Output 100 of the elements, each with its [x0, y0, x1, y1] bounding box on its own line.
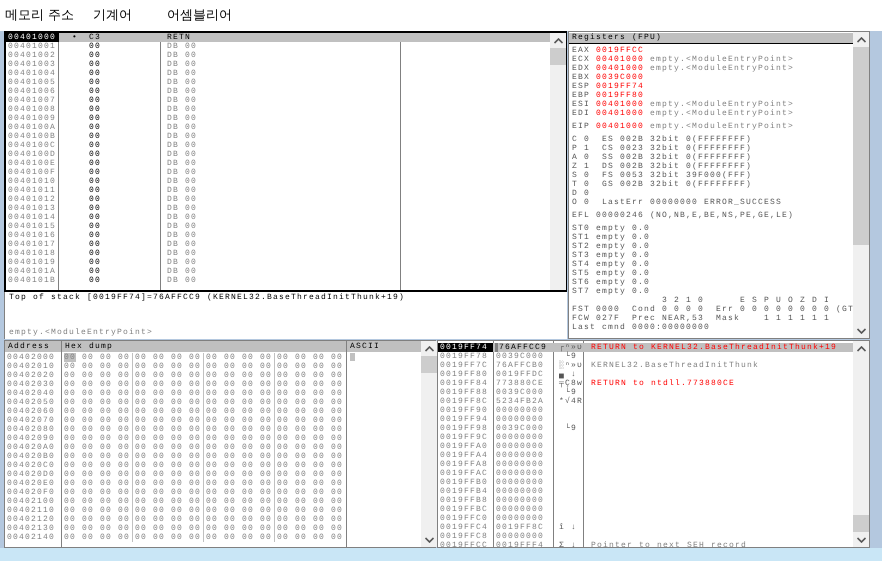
- register-value[interactable]: 0019FFCC: [596, 46, 644, 55]
- code-row[interactable]: 00401013 00 DB 00: [6, 204, 550, 213]
- code-row[interactable]: 0040100D 00 DB 00: [6, 150, 550, 159]
- code-row[interactable]: 00401014 00 DB 00: [6, 213, 550, 222]
- code-row[interactable]: 00401007 00 DB 00: [6, 96, 550, 105]
- code-row[interactable]: 0040101A 00 DB 00: [6, 267, 550, 276]
- column-header[interactable]: ASCII: [347, 341, 421, 352]
- scroll-thumb[interactable]: [853, 47, 869, 245]
- value-cell-text: 773880CE: [495, 379, 546, 388]
- register-comment: empty.<ModuleEntryPoint>: [650, 122, 794, 131]
- register-value[interactable]: 0019FF74: [596, 82, 644, 91]
- register-value[interactable]: 00401000: [596, 122, 644, 131]
- scrollbar[interactable]: [853, 32, 869, 338]
- instruction-cell-text: DB 00: [166, 177, 198, 186]
- code-row[interactable]: 0040100B 00 DB 00: [6, 132, 550, 141]
- column-label: 메모리 주소: [5, 8, 76, 24]
- register-value[interactable]: 0039C000: [596, 73, 644, 82]
- hex-bytes: 00 00 00 00: [276, 524, 344, 533]
- code-row[interactable]: 00401015 00 DB 00: [6, 222, 550, 231]
- stack-row[interactable]: 0019FFA4 00000000: [438, 451, 853, 460]
- code-row[interactable]: 00401019 00 DB 00: [6, 258, 550, 267]
- hex-bytes: 00 00 00 00: [133, 524, 204, 533]
- hex-cell: 00: [89, 42, 102, 51]
- scroll-down-icon[interactable]: [424, 537, 434, 543]
- stack-row[interactable]: 0019FF94 00000000: [438, 415, 853, 424]
- scroll-up-icon[interactable]: [856, 37, 866, 43]
- scroll-up-icon[interactable]: [554, 38, 562, 44]
- scrollbar[interactable]: [421, 341, 437, 547]
- code-row[interactable]: 00401008 00 DB 00: [6, 105, 550, 114]
- address-cell-text: 0019FF94: [439, 415, 490, 424]
- code-row[interactable]: 00401006 00 DB 00: [6, 87, 550, 96]
- register-name: EIP: [572, 122, 590, 131]
- hex-bytes: 00 00 00 00: [62, 488, 133, 497]
- value-cell-text: 00000000: [495, 460, 546, 469]
- address-cell-text: 00402020: [6, 371, 56, 380]
- scroll-thumb[interactable]: [421, 356, 437, 373]
- stack-row[interactable]: 0019FFBC 00000000: [438, 505, 853, 514]
- scrollbar[interactable]: [550, 33, 566, 290]
- stack-row[interactable]: 0019FFB8 00000000: [438, 496, 853, 505]
- register-value[interactable]: 0019FF80: [596, 91, 644, 100]
- code-row[interactable]: 00401018 00 DB 00: [6, 249, 550, 258]
- code-row[interactable]: 0040100E 00 DB 00: [6, 159, 550, 168]
- code-row[interactable]: 00401009 00 DB 00: [6, 114, 550, 123]
- stack-row[interactable]: 0019FF84 773880CE ╤Ç8w RETURN to ntdll.773880CE: [438, 379, 853, 388]
- instruction-cell-text: DB 00: [166, 222, 198, 231]
- hex-bytes: 00 00 00 00: [204, 479, 275, 488]
- hex-bytes: 00 00 00 00: [133, 407, 204, 416]
- register-value[interactable]: 00401000: [596, 55, 644, 64]
- instruction-cell-text: DB 00: [166, 150, 198, 159]
- code-row[interactable]: 0040100A 00 DB 00: [6, 123, 550, 132]
- scrollbar[interactable]: [853, 341, 869, 547]
- code-row[interactable]: 00401002 00 DB 00: [6, 51, 550, 60]
- address-cell-text: 00402110: [6, 506, 56, 515]
- code-row[interactable]: 00401003 00 DB 00: [6, 60, 550, 69]
- code-row[interactable]: 00401011 00 DB 00: [6, 186, 550, 195]
- scroll-thumb[interactable]: [853, 515, 869, 532]
- stack-row[interactable]: 0019FF7C 76AFFCB0 ░ⁿ»υ KERNEL32.BaseThreadInitThunk: [438, 361, 853, 370]
- flag-line: D 0: [572, 189, 592, 198]
- code-row[interactable]: 0040100F 00 DB 00: [6, 168, 550, 177]
- code-row[interactable]: 00401010 00 DB 00: [6, 177, 550, 186]
- stack-row[interactable]: 0019FF90 00000000: [438, 406, 853, 415]
- stack-row[interactable]: 0019FF88 0039C000 └9: [438, 388, 853, 397]
- address-cell-text: 004020E0: [6, 479, 56, 488]
- stack-row[interactable]: 0019FFC8 00000000: [438, 532, 853, 541]
- stack-row[interactable]: 0019FF80 0019FFDC ▄ ↓: [438, 370, 853, 379]
- hex-bytes: 00 00 00 00: [276, 443, 344, 452]
- stack-row[interactable]: 0019FF98 0039C000 └9: [438, 424, 853, 433]
- stack-row[interactable]: 0019FFA8 00000000: [438, 460, 853, 469]
- code-row[interactable]: 0040100C 00 DB 00: [6, 141, 550, 150]
- code-row[interactable]: 00401000 • C3 RETN: [6, 33, 550, 42]
- scroll-down-icon[interactable]: [856, 328, 866, 334]
- code-row[interactable]: 00401016 00 DB 00: [6, 231, 550, 240]
- stack-row[interactable]: 0019FF9C 00000000: [438, 433, 853, 442]
- stack-row[interactable]: 0019FFCC 0019FFF4 Σ ↓ Pointer to next SEH record: [438, 541, 853, 550]
- code-row[interactable]: 00401005 00 DB 00: [6, 78, 550, 87]
- stack-row[interactable]: 0019FF74 76AFFCC9 ┌ⁿ»υ RETURN to KERNEL32.BaseThreadInitThunk+19: [438, 343, 853, 352]
- register-value[interactable]: 00401000: [596, 64, 644, 73]
- stack-row[interactable]: 0019FFC0 00000000: [438, 514, 853, 523]
- stack-row[interactable]: 0019FFB4 00000000: [438, 487, 853, 496]
- code-row[interactable]: 0040101B 00 DB 00: [6, 276, 550, 285]
- stack-row[interactable]: 0019FFC4 0019FF8C î ↓: [438, 523, 853, 532]
- scroll-thumb[interactable]: [550, 48, 566, 65]
- address-cell-text: 0019FFC8: [439, 532, 490, 541]
- code-row[interactable]: 00401001 00 DB 00: [6, 42, 550, 51]
- stack-row[interactable]: 0019FFA0 00000000: [438, 442, 853, 451]
- code-row[interactable]: 00401017 00 DB 00: [6, 240, 550, 249]
- scroll-down-icon[interactable]: [856, 537, 866, 543]
- scroll-up-icon[interactable]: [856, 346, 866, 352]
- address-cell-text: 00402140: [6, 533, 56, 542]
- register-comment: empty.<ModuleEntryPoint>: [650, 109, 794, 118]
- hex-bytes: 00 00 00 00: [62, 434, 133, 443]
- stack-row[interactable]: 0019FFB0 00000000: [438, 478, 853, 487]
- stack-row[interactable]: 0019FF78 0039C000 └9: [438, 352, 853, 361]
- register-value[interactable]: 00401000: [596, 100, 644, 109]
- code-row[interactable]: 00401004 00 DB 00: [6, 69, 550, 78]
- stack-row[interactable]: 0019FF8C 5234FB2A *√4R: [438, 397, 853, 406]
- scroll-up-icon[interactable]: [424, 346, 434, 352]
- code-row[interactable]: 00401012 00 DB 00: [6, 195, 550, 204]
- register-value[interactable]: 00401000: [596, 109, 644, 118]
- stack-row[interactable]: 0019FFAC 00000000: [438, 469, 853, 478]
